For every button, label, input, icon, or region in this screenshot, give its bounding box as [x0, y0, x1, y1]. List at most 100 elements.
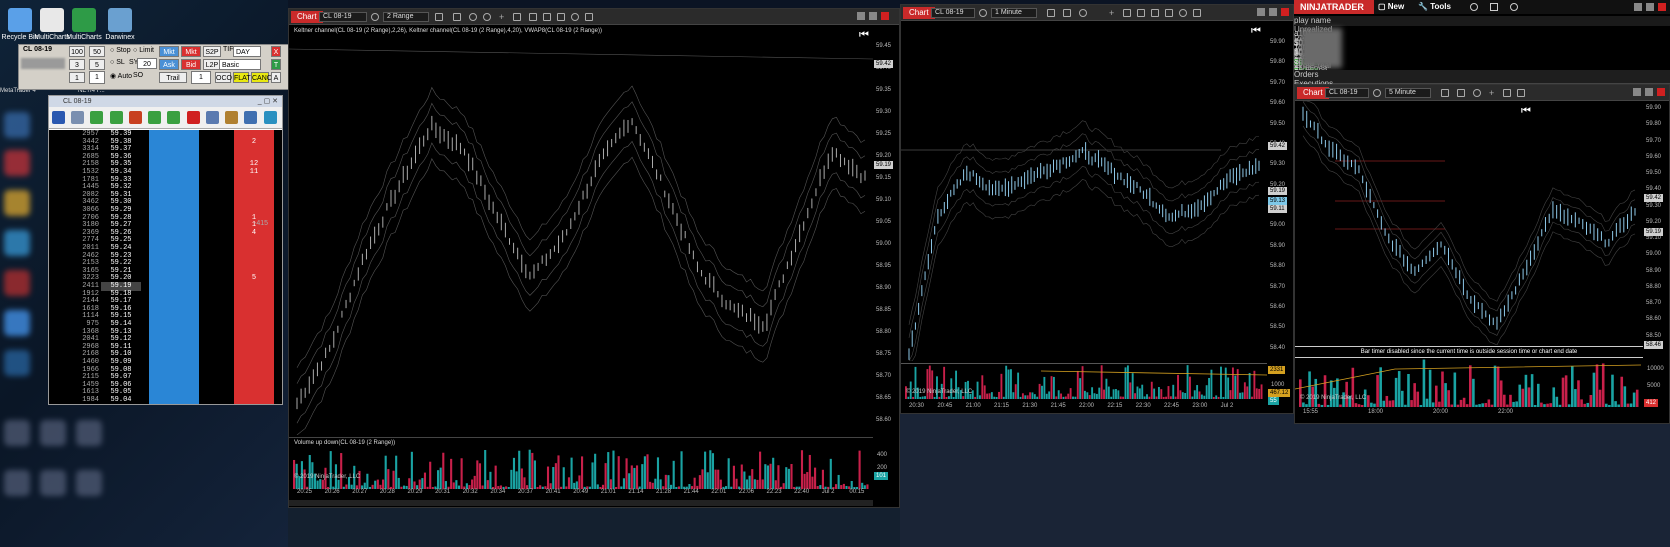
minimize-icon[interactable]	[857, 12, 865, 20]
connection-icon[interactable]	[1470, 3, 1478, 11]
indicators-icon[interactable]	[529, 13, 537, 21]
templates-icon[interactable]	[1165, 9, 1173, 17]
close-icon[interactable]: X	[271, 46, 281, 57]
list-icon[interactable]	[1193, 9, 1201, 17]
instrument-select[interactable]: CL 08-19	[931, 8, 975, 18]
menu-tools[interactable]: 🔧 Tools	[1418, 2, 1451, 11]
s2p-button[interactable]: S2P	[203, 46, 221, 57]
price-axis[interactable]: 59.90 59.80 59.70 59.60 59.50 59.40 59.30 59.20…	[1643, 101, 1670, 351]
maximize-icon[interactable]	[1645, 88, 1653, 96]
close-icon[interactable]	[1658, 3, 1666, 11]
search-icon[interactable]	[371, 13, 379, 21]
dollar-icon[interactable]	[263, 111, 277, 124]
column-header[interactable]: play name	[1294, 16, 1670, 25]
pencil-icon[interactable]	[1457, 89, 1465, 97]
price-plot[interactable]	[1295, 101, 1643, 345]
maximize-icon[interactable]	[1269, 8, 1277, 16]
trail-button[interactable]: Trail	[159, 72, 187, 83]
refresh-icon[interactable]	[205, 111, 219, 124]
help-icon[interactable]	[1510, 3, 1518, 11]
cancel-all-button[interactable]: CANC	[251, 72, 272, 83]
qty-preset-2[interactable]: 50	[89, 46, 105, 57]
layout-icon[interactable]	[52, 111, 65, 124]
close-icon[interactable]	[1657, 88, 1665, 96]
alert-icon[interactable]	[186, 111, 200, 124]
properties-icon[interactable]	[1503, 89, 1511, 97]
maximize-icon[interactable]	[1646, 3, 1654, 11]
price-ladder[interactable]: 2957 59.39 3442 59.38 2 3314 59.37 2685 59.36 215…	[49, 130, 282, 404]
bar-type-icon[interactable]	[1441, 89, 1449, 97]
strategies-icon[interactable]	[543, 13, 551, 21]
price-axis[interactable]: 59.45 59.40 59.35 59.30 59.25 59.20 59.15 59.10…	[873, 39, 901, 439]
chart-trader-icon[interactable]	[571, 13, 579, 21]
indicators-icon[interactable]	[1137, 9, 1145, 17]
market-sell-button[interactable]: Mkt	[181, 46, 201, 57]
price-plot[interactable]	[901, 35, 1267, 361]
zoom-out-icon[interactable]	[483, 13, 491, 21]
bar-type-icon[interactable]	[1047, 9, 1055, 17]
account-select[interactable]	[21, 58, 65, 69]
zoom-in-icon[interactable]	[1473, 89, 1481, 97]
quantity-input[interactable]: 1	[89, 71, 105, 84]
zoom-in-icon[interactable]	[1079, 9, 1087, 17]
arrow-up-icon[interactable]	[90, 111, 104, 124]
tif-select[interactable]: DAY	[233, 46, 261, 57]
desktop-icon-darwinex[interactable]: Darwinex	[100, 8, 140, 41]
a-button[interactable]: A	[271, 72, 281, 83]
search-icon[interactable]	[1373, 89, 1381, 97]
qty-preset-4[interactable]: 5	[89, 59, 105, 70]
limit-radio[interactable]: ○ Limit	[133, 47, 154, 54]
wrench-icon[interactable]	[244, 111, 258, 124]
properties-icon[interactable]	[1123, 9, 1131, 17]
crosshair-icon[interactable]: +	[499, 13, 507, 22]
instrument-select[interactable]: CL 08-19	[1325, 88, 1369, 98]
instrument-select[interactable]: CL 08-19	[319, 12, 367, 22]
desktop-icon-multicharts-2[interactable]: MultiCharts ...	[64, 8, 104, 48]
t-button[interactable]: T	[271, 59, 281, 70]
list-icon[interactable]	[585, 13, 593, 21]
zoom-in-icon[interactable]	[469, 13, 477, 21]
pencil-icon[interactable]	[453, 13, 461, 21]
price-plot[interactable]	[289, 39, 873, 435]
trail-value[interactable]: 1	[191, 71, 211, 84]
properties-icon[interactable]	[513, 13, 521, 21]
time-axis[interactable]: 15:55 18:00 20:00 22:00	[1295, 409, 1643, 419]
flat-button[interactable]: FLAT	[233, 72, 251, 83]
close-icon[interactable]	[1281, 8, 1289, 16]
chart-trader-icon[interactable]	[1179, 9, 1187, 17]
sl-radio[interactable]: ○ SL	[110, 59, 125, 66]
volume-plot[interactable]	[289, 449, 873, 489]
window-controls[interactable]: _ ▢ ✕	[258, 96, 278, 107]
strategies-icon[interactable]	[1151, 9, 1159, 17]
chart-tab[interactable]: Chart	[903, 7, 935, 19]
search-icon[interactable]	[979, 9, 987, 17]
crosshair-icon[interactable]: +	[1489, 89, 1497, 98]
workspace-icon[interactable]	[1490, 3, 1498, 11]
accounts-grid[interactable]: play nameUnrealizedRealized PTotal PnLCa…	[1294, 14, 1670, 113]
interval-select[interactable]: 2 Range	[383, 12, 429, 22]
bar-type-icon[interactable]	[435, 13, 443, 21]
minimize-icon[interactable]	[1633, 88, 1641, 96]
bid-button[interactable]: Bid	[181, 59, 201, 70]
pencil-icon[interactable]	[1063, 9, 1071, 17]
arrow-down-icon[interactable]	[167, 111, 181, 124]
dom-titlebar[interactable]: CL 08-19 _ ▢ ✕	[49, 96, 282, 107]
chart-tab[interactable]: Chart	[1297, 87, 1329, 99]
minimize-icon[interactable]	[1634, 3, 1642, 11]
maximize-icon[interactable]	[869, 12, 877, 20]
oco-button[interactable]: OCO	[215, 72, 232, 83]
grid-icon[interactable]	[225, 111, 239, 124]
account-row[interactable]: a101$0.00$0.00$0.00$102,968.$0.00$102,96…	[1294, 29, 1670, 92]
qty-preset-1[interactable]: 100	[69, 46, 85, 57]
template-select[interactable]: Basic	[219, 59, 261, 70]
interval-select[interactable]: 1 Minute	[991, 8, 1037, 18]
stop-radio[interactable]: ○ Stop	[110, 47, 131, 54]
market-buy-button[interactable]: Mkt	[159, 46, 179, 57]
account-row[interactable]: $0.00$10.00$10.00$0.00$10.00$0.00	[1294, 49, 1670, 103]
time-axis[interactable]: 20:25 20:26 20:27 20:28 20:29 20:31 20:32 20:34…	[289, 489, 873, 499]
minimize-icon[interactable]	[1257, 8, 1265, 16]
ladder-row[interactable]: 1984 59.04	[49, 396, 282, 404]
flag-icon[interactable]	[128, 111, 142, 124]
indicators-icon[interactable]	[1517, 89, 1525, 97]
tab-orders[interactable]: Orders	[1294, 70, 1670, 79]
